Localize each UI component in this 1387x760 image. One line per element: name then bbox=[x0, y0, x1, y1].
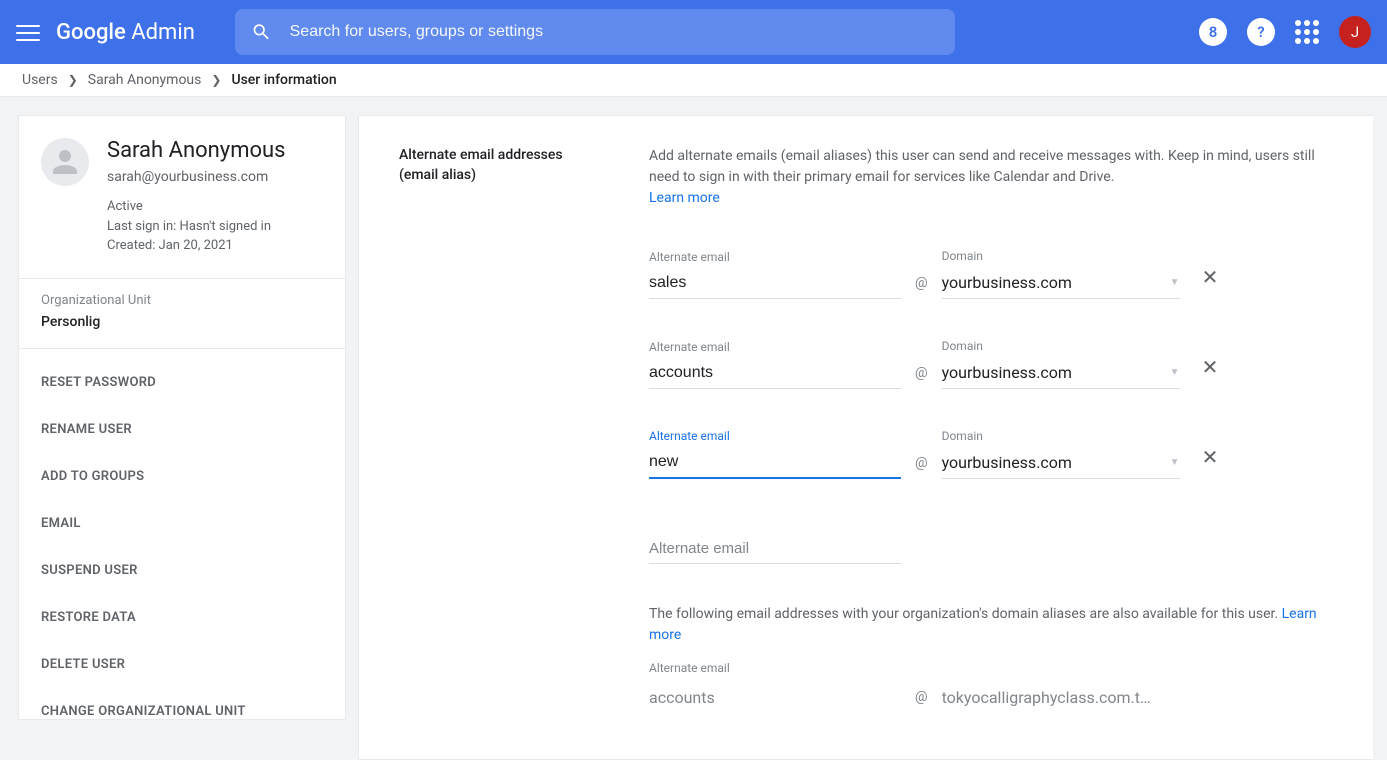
header-right: 8 ? J bbox=[1199, 16, 1371, 48]
at-sign: @ bbox=[915, 365, 928, 389]
avatar[interactable]: J bbox=[1339, 16, 1371, 48]
action-rename-user[interactable]: RENAME USER bbox=[19, 406, 345, 453]
alias-input-active[interactable] bbox=[649, 449, 901, 479]
alias-input[interactable] bbox=[649, 270, 901, 299]
apps-icon[interactable] bbox=[1295, 20, 1319, 44]
main-panel: Alternate email addresses (email alias) … bbox=[358, 115, 1373, 760]
alias-row: Alternate email @ Domain yourbusiness.co… bbox=[649, 249, 1333, 299]
user-last-signin: Last sign in: Hasn't signed in bbox=[107, 217, 286, 237]
user-sidebar: Sarah Anonymous sarah@yourbusiness.com A… bbox=[18, 115, 346, 720]
action-delete-user[interactable]: DELETE USER bbox=[19, 641, 345, 688]
readonly-alias-row: accounts @ tokyocalligraphyclass.com.t… bbox=[649, 688, 1333, 713]
domain-select[interactable]: yourbusiness.com▼ bbox=[942, 359, 1180, 389]
breadcrumb-users[interactable]: Users bbox=[22, 72, 58, 88]
help-icon[interactable]: ? bbox=[1247, 18, 1275, 46]
menu-icon[interactable] bbox=[16, 20, 40, 44]
alias-row: Alternate email @ Domain yourbusiness.co… bbox=[649, 429, 1333, 479]
chevron-down-icon: ▼ bbox=[1170, 367, 1180, 378]
alias-row: Alternate email @ Domain yourbusiness.co… bbox=[649, 339, 1333, 389]
user-status: Active bbox=[107, 197, 286, 217]
org-value: Personlig bbox=[41, 314, 323, 330]
breadcrumb-current: User information bbox=[231, 72, 336, 88]
breadcrumb: Users ❯ Sarah Anonymous ❯ User informati… bbox=[0, 64, 1387, 97]
remove-alias-icon[interactable]: ✕ bbox=[1194, 261, 1227, 299]
alias-input[interactable] bbox=[649, 360, 901, 389]
action-reset-password[interactable]: RESET PASSWORD bbox=[19, 359, 345, 406]
remove-alias-icon[interactable]: ✕ bbox=[1194, 441, 1227, 479]
at-sign: @ bbox=[915, 455, 928, 479]
alt-email-label: Alternate email bbox=[649, 429, 901, 443]
search-bar[interactable] bbox=[235, 9, 955, 55]
learn-more-link[interactable]: Learn more bbox=[649, 190, 720, 206]
breadcrumb-user[interactable]: Sarah Anonymous bbox=[88, 72, 202, 88]
chevron-down-icon: ▼ bbox=[1170, 457, 1180, 468]
user-avatar-icon bbox=[41, 138, 89, 186]
logo[interactable]: Google Admin bbox=[56, 20, 195, 45]
domain-select[interactable]: yourbusiness.com▼ bbox=[942, 269, 1180, 299]
user-created: Created: Jan 20, 2021 bbox=[107, 236, 286, 256]
user-header: Sarah Anonymous sarah@yourbusiness.com A… bbox=[19, 116, 345, 279]
action-restore-data[interactable]: RESTORE DATA bbox=[19, 594, 345, 641]
org-section: Organizational Unit Personlig bbox=[19, 279, 345, 349]
action-change-org-unit[interactable]: CHANGE ORGANIZATIONAL UNIT bbox=[19, 688, 345, 735]
logo-admin: Admin bbox=[131, 20, 195, 45]
section-description: Add alternate emails (email aliases) thi… bbox=[649, 146, 1333, 209]
user-email: sarah@yourbusiness.com bbox=[107, 169, 286, 185]
section-title: Alternate email addresses (email alias) bbox=[399, 146, 599, 729]
action-email[interactable]: EMAIL bbox=[19, 500, 345, 547]
search-input[interactable] bbox=[290, 23, 939, 41]
alt-email-label: Alternate email bbox=[649, 340, 901, 354]
readonly-alias-domain: tokyocalligraphyclass.com.t… bbox=[942, 688, 1180, 713]
alt-email-label: Alternate email bbox=[649, 661, 730, 675]
action-suspend-user[interactable]: SUSPEND USER bbox=[19, 547, 345, 594]
search-icon bbox=[251, 21, 272, 43]
at-sign: @ bbox=[915, 275, 928, 299]
domain-label: Domain bbox=[942, 249, 1180, 263]
org-label: Organizational Unit bbox=[41, 293, 323, 308]
chevron-right-icon: ❯ bbox=[211, 73, 221, 87]
alias-input-empty[interactable] bbox=[649, 534, 901, 564]
remove-alias-icon[interactable]: ✕ bbox=[1194, 351, 1227, 389]
domain-select[interactable]: yourbusiness.com▼ bbox=[942, 449, 1180, 479]
domain-label: Domain bbox=[942, 339, 1180, 353]
logo-google: Google bbox=[56, 20, 126, 45]
chevron-right-icon: ❯ bbox=[68, 73, 78, 87]
alt-email-label: Alternate email bbox=[649, 250, 901, 264]
domain-label: Domain bbox=[942, 429, 1180, 443]
action-add-to-groups[interactable]: ADD TO GROUPS bbox=[19, 453, 345, 500]
at-sign: @ bbox=[915, 689, 928, 713]
chevron-down-icon: ▼ bbox=[1170, 277, 1180, 288]
app-header: Google Admin 8 ? J bbox=[0, 0, 1387, 64]
actions-list: RESET PASSWORD RENAME USER ADD TO GROUPS… bbox=[19, 349, 345, 745]
user-name: Sarah Anonymous bbox=[107, 138, 286, 163]
notifications-badge[interactable]: 8 bbox=[1199, 18, 1227, 46]
domain-aliases-text: The following email addresses with your … bbox=[649, 604, 1333, 646]
readonly-alias-value: accounts bbox=[649, 688, 901, 713]
